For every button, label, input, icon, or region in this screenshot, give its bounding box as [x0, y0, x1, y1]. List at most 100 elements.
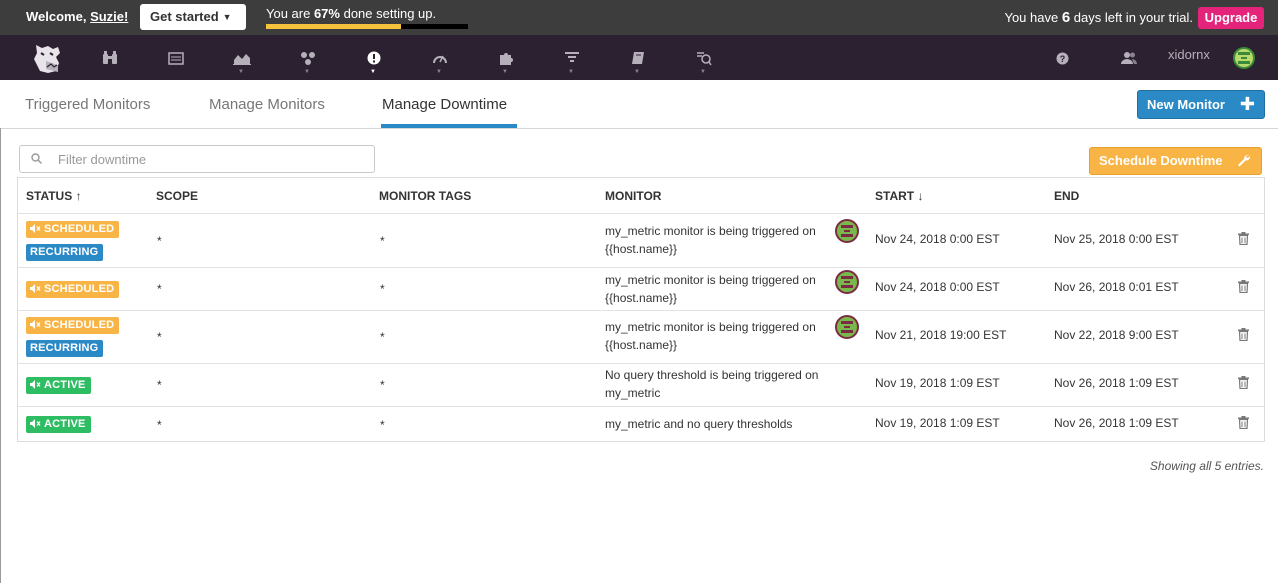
end-cell: Nov 25, 2018 0:00 EST	[1054, 232, 1179, 246]
monitor-tags-cell: *	[380, 378, 385, 392]
status-badge-scheduled: SCHEDULED	[26, 317, 120, 334]
table-row[interactable]: ACTIVE * * my_metric and no query threshold…	[18, 406, 1264, 441]
trial-message: You have 6 days left in your trial.	[1004, 9, 1193, 26]
tab-triggered-monitors[interactable]: Triggered Monitors	[25, 96, 150, 113]
mute-icon	[30, 380, 41, 389]
tab-manage-monitors[interactable]: Manage Monitors	[209, 96, 325, 113]
caret-down-icon: ▼	[436, 69, 442, 75]
start-cell: Nov 24, 2018 0:00 EST	[875, 280, 1000, 294]
scope-cell: *	[157, 282, 162, 296]
progress-prefix: You are	[266, 6, 314, 21]
area-chart-icon[interactable]: ▼	[232, 49, 252, 75]
status-badge-label: SCHEDULED	[44, 223, 115, 235]
monitor-link[interactable]: my_metric monitor is being triggered on …	[605, 222, 827, 258]
monitor-tags-cell: *	[380, 330, 385, 344]
alert-icon[interactable]: ▼	[364, 49, 384, 75]
mute-icon	[30, 419, 41, 428]
start-cell: Nov 19, 2018 1:09 EST	[875, 416, 1000, 430]
table-row[interactable]: ACTIVE * * No query threshold is being trig…	[18, 363, 1264, 406]
sort-desc-icon: ↓	[917, 189, 924, 203]
welcome-prefix: Welcome,	[26, 9, 91, 24]
puzzle-icon[interactable]: ▼	[496, 49, 516, 75]
monitor-link[interactable]: my_metric monitor is being triggered on …	[605, 271, 827, 307]
caret-down-icon: ▼	[222, 12, 232, 22]
search-icon	[31, 153, 42, 164]
question-icon[interactable]: ?	[1052, 49, 1072, 67]
header-monitor-tags[interactable]: MONITOR TAGS	[379, 189, 471, 203]
monitor-tags-cell: *	[380, 418, 385, 432]
header-scope[interactable]: SCOPE	[156, 189, 198, 203]
gauge-icon[interactable]: ▼	[430, 49, 450, 75]
header-start[interactable]: START ↓	[875, 189, 923, 203]
mute-icon	[30, 284, 41, 293]
page-border	[0, 128, 1, 583]
entries-count: Showing all 5 entries.	[1149, 459, 1264, 473]
schedule-downtime-label: Schedule Downtime	[1099, 153, 1223, 168]
monitor-link[interactable]: my_metric and no query thresholds	[605, 415, 827, 433]
table-row[interactable]: SCHEDULED * * my_metric monitor is being tr…	[18, 267, 1264, 310]
filter-downtime-input[interactable]	[58, 150, 358, 168]
new-monitor-button[interactable]: New Monitor ✚	[1137, 90, 1265, 119]
scope-cell: *	[157, 418, 162, 432]
schedule-downtime-button[interactable]: Schedule Downtime	[1089, 147, 1262, 175]
table-row[interactable]: SCHEDULED RECURRING * * my_metric monitor is…	[18, 214, 1264, 267]
monitor-link[interactable]: my_metric monitor is being triggered on …	[605, 318, 827, 354]
new-monitor-label: New Monitor	[1147, 97, 1225, 112]
setup-progress-fill	[266, 24, 402, 29]
setup-progress-text: You are 67% done setting up.	[266, 6, 436, 21]
creator-avatar	[835, 219, 859, 243]
users-icon[interactable]	[1119, 49, 1139, 67]
end-cell: Nov 26, 2018 0:01 EST	[1054, 280, 1179, 294]
delete-trash-icon[interactable]	[1238, 328, 1249, 341]
status-badge-scheduled: SCHEDULED	[26, 281, 120, 298]
trial-bar: Welcome, Suzie! Get started ▼ You are 67%…	[0, 0, 1278, 35]
org-name[interactable]: xidornx	[1168, 47, 1210, 62]
nodes-icon[interactable]: ▼	[298, 49, 318, 75]
status-badge-label: SCHEDULED	[44, 319, 115, 331]
delete-trash-icon[interactable]	[1238, 280, 1249, 293]
filter-icon[interactable]: ▼	[562, 49, 582, 75]
delete-trash-icon[interactable]	[1238, 232, 1249, 245]
delete-trash-icon[interactable]	[1238, 376, 1249, 389]
mute-icon	[30, 320, 41, 329]
table-row[interactable]: SCHEDULED RECURRING * * my_metric monitor is…	[18, 310, 1264, 363]
scope-cell: *	[157, 378, 162, 392]
list-icon[interactable]	[166, 49, 186, 67]
apm-icon[interactable]: ▼	[694, 49, 714, 75]
status-badge-label: RECURRING	[30, 342, 99, 354]
status-badge-recurring: RECURRING	[26, 244, 104, 261]
plus-icon: ✚	[1239, 94, 1255, 114]
trial-prefix: You have	[1004, 10, 1062, 25]
user-avatar[interactable]	[1233, 47, 1255, 69]
status-badge-label: SCHEDULED	[44, 283, 115, 295]
header-status-label: STATUS	[26, 189, 73, 203]
caret-down-icon: ▼	[568, 69, 574, 75]
upgrade-button[interactable]: Upgrade	[1198, 7, 1264, 29]
end-cell: Nov 26, 2018 1:09 EST	[1054, 416, 1179, 430]
header-end[interactable]: END	[1054, 189, 1079, 203]
monitor-link[interactable]: No query threshold is being triggered on…	[605, 366, 827, 402]
binoculars-icon[interactable]	[100, 49, 120, 67]
user-name[interactable]: Suzie!	[90, 9, 128, 24]
caret-down-icon: ▼	[304, 69, 310, 75]
downtime-table: STATUS ↑ SCOPE MONITOR TAGS MONITOR STAR…	[17, 177, 1265, 442]
creator-avatar	[835, 315, 859, 339]
book-icon[interactable]: ▼	[628, 49, 648, 75]
header-monitor[interactable]: MONITOR	[605, 189, 661, 203]
datadog-logo[interactable]	[28, 39, 66, 77]
delete-trash-icon[interactable]	[1238, 416, 1249, 429]
start-cell: Nov 24, 2018 0:00 EST	[875, 232, 1000, 246]
get-started-button[interactable]: Get started ▼	[140, 4, 246, 30]
status-badge-active: ACTIVE	[26, 377, 91, 394]
status-badge-label: ACTIVE	[44, 418, 86, 430]
filter-downtime-box	[19, 145, 375, 173]
end-cell: Nov 22, 2018 9:00 EST	[1054, 328, 1179, 342]
start-cell: Nov 19, 2018 1:09 EST	[875, 376, 1000, 390]
header-status[interactable]: STATUS ↑	[26, 189, 82, 203]
caret-down-icon: ▼	[700, 69, 706, 75]
get-started-label: Get started	[150, 9, 219, 24]
tab-manage-downtime[interactable]: Manage Downtime	[382, 96, 507, 113]
status-badge-recurring: RECURRING	[26, 340, 104, 357]
scope-cell: *	[157, 234, 162, 248]
trial-suffix: days left in your trial.	[1070, 10, 1193, 25]
